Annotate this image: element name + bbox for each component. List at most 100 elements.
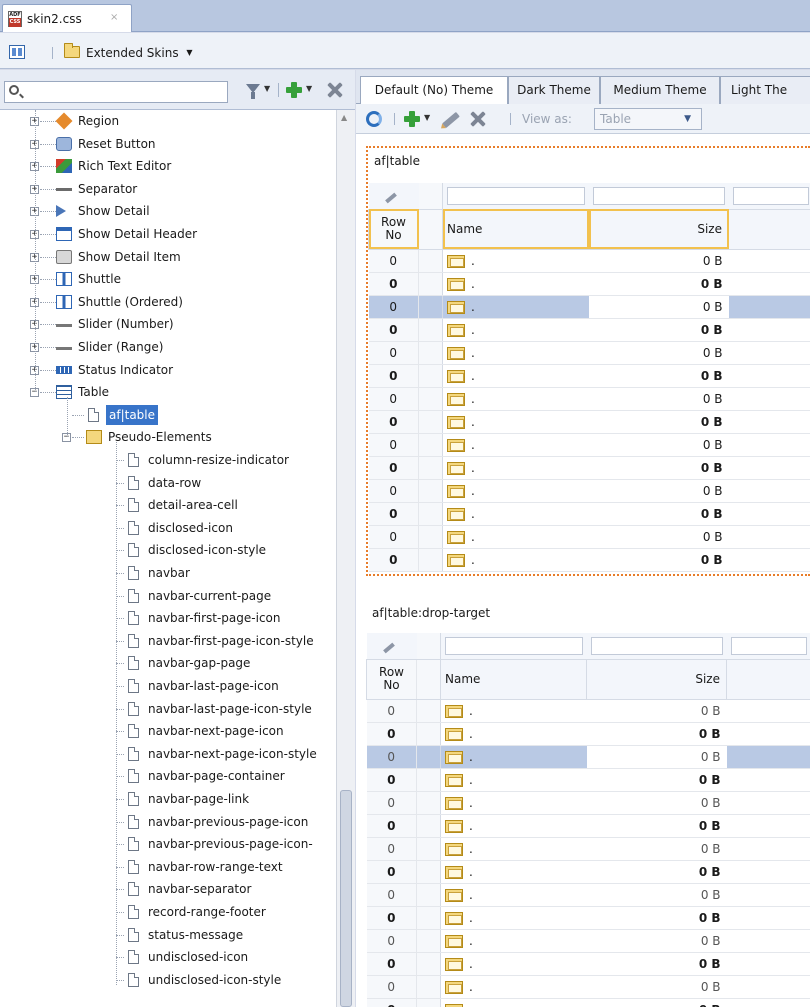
add-selector-icon[interactable] xyxy=(286,82,302,98)
filter-name-input[interactable] xyxy=(445,636,583,655)
table-row[interactable]: 0. 0 B xyxy=(368,364,810,388)
table-row[interactable]: 0. 0 B xyxy=(366,768,810,792)
delete-icon[interactable] xyxy=(470,111,486,127)
table-row[interactable]: 0. 0 B xyxy=(368,525,810,549)
name-cell: . xyxy=(442,410,589,434)
table-row[interactable]: 0. 0 B xyxy=(368,249,810,273)
table-row[interactable]: 0. 0 B xyxy=(366,952,810,976)
column-header-extra[interactable] xyxy=(728,208,810,250)
table-row[interactable]: 0. 0 B xyxy=(368,318,810,342)
table-row[interactable]: 0. 0 B xyxy=(366,837,810,861)
table-row[interactable]: 0. 0 B xyxy=(366,814,810,838)
table-row[interactable]: 0. 0 B xyxy=(368,410,810,434)
tree-connector xyxy=(116,912,124,913)
table-row[interactable]: 0. 0 B xyxy=(366,975,810,999)
name-cell: . xyxy=(440,768,587,792)
view-as-select[interactable]: Table ▼ xyxy=(594,108,702,130)
delete-selector-icon[interactable] xyxy=(327,82,343,98)
tree-connector xyxy=(116,527,124,529)
slider-range-icon xyxy=(56,347,72,350)
table-row[interactable]: 0. 0 B xyxy=(368,341,810,365)
row-number-cell: 0 xyxy=(366,745,417,769)
search-input[interactable] xyxy=(23,83,223,101)
column-header-extra[interactable] xyxy=(726,658,810,700)
preview-table: Row No Name Size 0. 0 B0.0 B0.0 B0.0 B0.0 B0… xyxy=(368,183,810,572)
name-text: . xyxy=(469,979,473,994)
toggle-panes-icon[interactable] xyxy=(9,45,25,59)
add-dropdown-icon[interactable]: ▼ xyxy=(306,84,312,93)
extra-cell xyxy=(726,975,810,999)
size-cell: 0 B xyxy=(586,929,727,953)
close-tab-icon[interactable]: × xyxy=(110,12,118,23)
table-row[interactable]: 0. 0 B xyxy=(368,272,810,296)
row-number-cell: 0 xyxy=(368,318,419,342)
preview-af-table-drop-target[interactable]: af|table:drop-target Row No Name Size 0. 0 B… xyxy=(366,600,810,1007)
filter-dropdown-icon[interactable]: ▼ xyxy=(264,84,270,93)
tree-node-label: navbar-previous-page-icon- xyxy=(148,837,313,852)
name-text: . xyxy=(469,726,473,741)
document-icon xyxy=(128,837,139,852)
table-row[interactable]: 0. 0 B xyxy=(368,548,810,572)
size-cell: 0 B xyxy=(588,364,729,388)
tab-dark-theme[interactable]: Dark Theme xyxy=(508,76,600,104)
filter-size-input[interactable] xyxy=(592,186,725,205)
table-row[interactable]: 0. 0 B xyxy=(366,860,810,884)
folder-icon xyxy=(447,346,465,360)
filter-extra-input[interactable] xyxy=(732,186,809,205)
tab-medium-theme[interactable]: Medium Theme xyxy=(600,76,720,104)
add-icon[interactable] xyxy=(404,111,420,127)
tree-node-label: Table xyxy=(78,385,110,400)
tree-scrollbar[interactable]: ▲ xyxy=(336,110,355,1007)
table-row[interactable]: 0. 0 B xyxy=(366,699,810,723)
extended-skins-button[interactable]: Extended Skins ▼ xyxy=(64,43,195,63)
tab-light-theme[interactable]: Light The xyxy=(720,76,810,104)
extra-cell xyxy=(726,814,810,838)
tree-node-label: detail-area-cell xyxy=(148,498,238,513)
table-row[interactable]: 0. 0 B xyxy=(366,791,810,815)
edit-icon[interactable] xyxy=(442,111,460,129)
filter-name-input[interactable] xyxy=(447,186,585,205)
tree-connector xyxy=(116,460,124,461)
column-header-name[interactable]: Name xyxy=(440,658,587,700)
column-header-size[interactable]: Size xyxy=(586,658,727,700)
filter-size-input[interactable] xyxy=(590,636,723,655)
table-row[interactable]: 0. 0 B xyxy=(368,456,810,480)
filter-icon[interactable] xyxy=(246,84,260,99)
size-cell: 0 B xyxy=(588,502,729,526)
extra-cell xyxy=(728,387,810,411)
table-row[interactable]: 0. 0 B xyxy=(366,722,810,746)
table-row[interactable]: 0. 0 B xyxy=(368,295,810,319)
refresh-icon[interactable] xyxy=(366,111,382,127)
scroll-up-icon[interactable]: ▲ xyxy=(341,113,347,122)
tree-node-label: Status Indicator xyxy=(78,362,174,377)
scrollbar-thumb[interactable] xyxy=(340,790,352,1007)
document-icon xyxy=(88,407,99,422)
filter-cell xyxy=(442,183,589,210)
column-header-size[interactable]: Size xyxy=(588,208,729,250)
tab-default-theme[interactable]: Default (No) Theme xyxy=(360,76,508,105)
search-field[interactable] xyxy=(4,81,228,103)
table-row[interactable]: 0. 0 B xyxy=(366,883,810,907)
column-header-row-no[interactable]: Row No xyxy=(366,658,417,700)
table-row[interactable]: 0. 0 B xyxy=(366,906,810,930)
table-row[interactable]: 0. 0 B xyxy=(366,998,810,1007)
filter-edit-cell[interactable] xyxy=(368,183,419,210)
file-tab-skin2-css[interactable]: ADF CSS skin2.css × xyxy=(2,4,132,32)
table-row[interactable]: 0. 0 B xyxy=(366,929,810,953)
add-dropdown-icon[interactable]: ▼ xyxy=(424,113,430,122)
filter-extra-input[interactable] xyxy=(730,636,807,655)
filter-edit-cell[interactable] xyxy=(366,633,417,660)
table-row[interactable]: 0. 0 B xyxy=(368,433,810,457)
preview-af-table[interactable]: af|table Row No Name Size 0. 0 B0.0 B0.0 B0.… xyxy=(366,146,810,576)
selectors-panel: ▼ ▼ + Region + Reset Button + Rich Text Edito… xyxy=(0,70,355,1007)
table-row[interactable]: 0. 0 B xyxy=(368,502,810,526)
shuttle-ordered-icon xyxy=(56,294,72,309)
column-header-row-no[interactable]: Row No xyxy=(368,208,419,250)
tree-connector xyxy=(116,957,124,959)
table-row[interactable]: 0. 0 B xyxy=(368,387,810,411)
name-cell: . xyxy=(442,364,589,388)
tree-connector xyxy=(40,301,56,303)
table-row[interactable]: 0. 0 B xyxy=(368,479,810,503)
column-header-name[interactable]: Name xyxy=(442,208,589,250)
table-row[interactable]: 0. 0 B xyxy=(366,745,810,769)
